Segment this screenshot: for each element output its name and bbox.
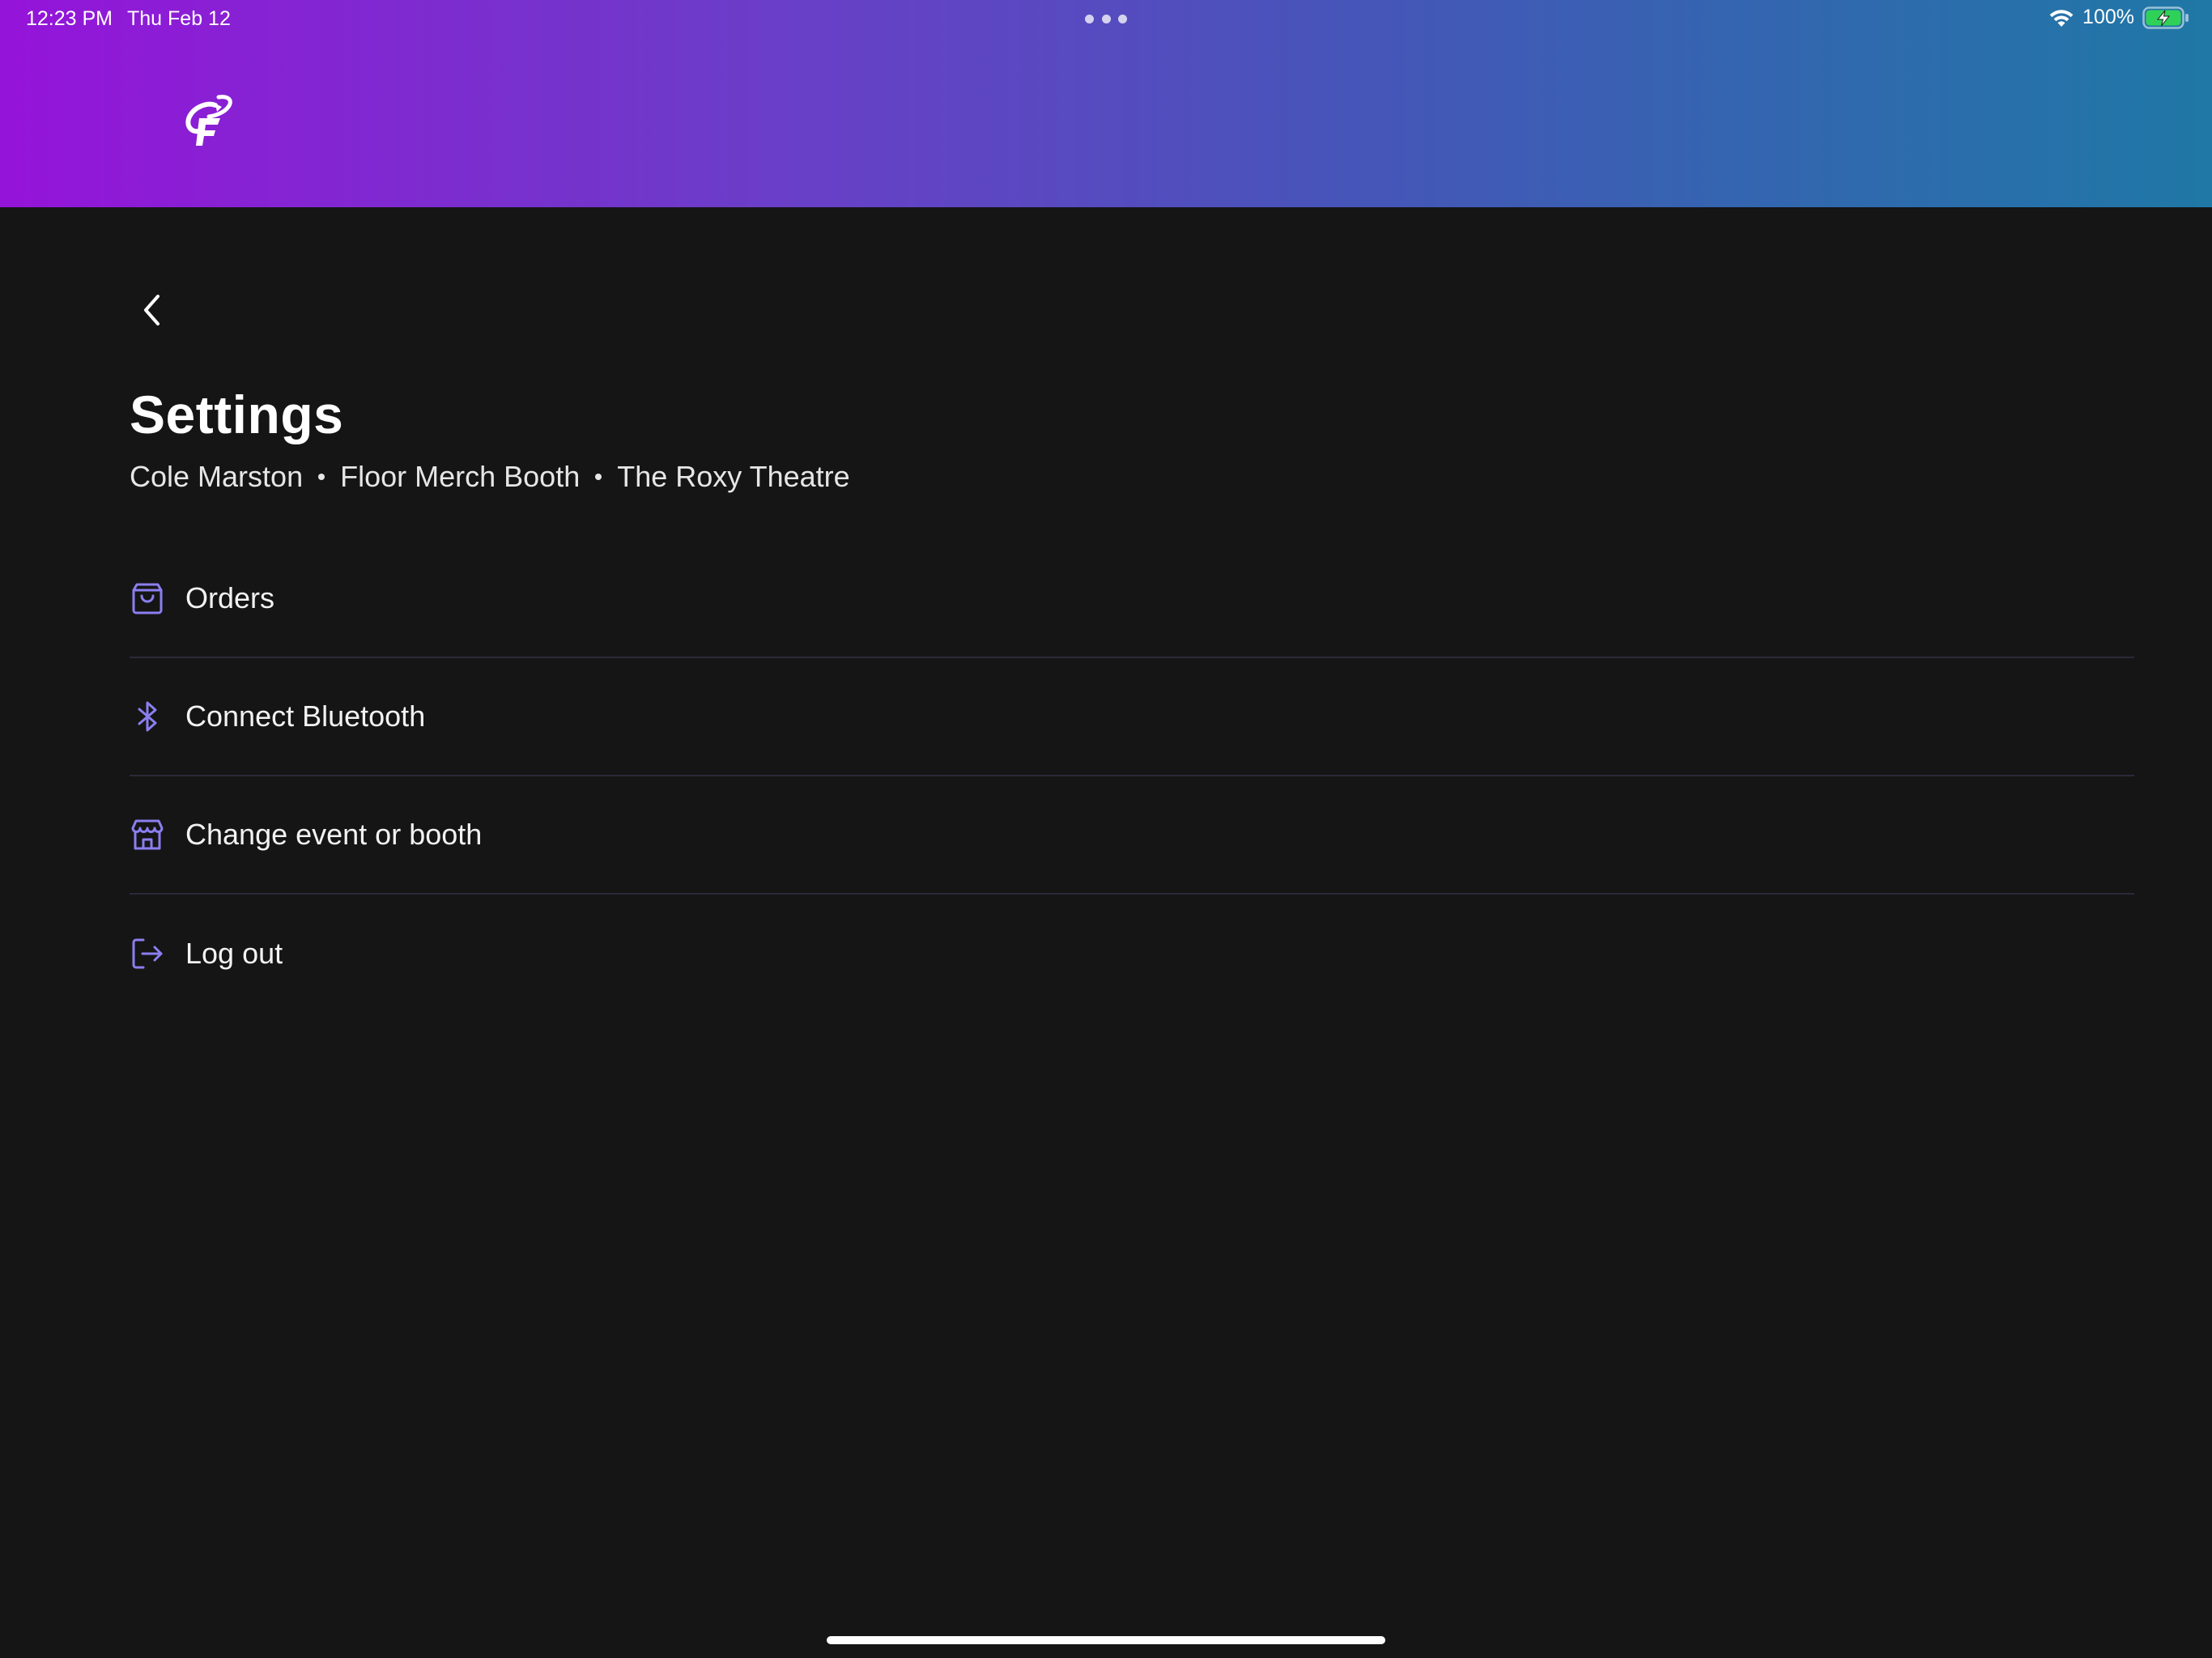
context-booth: Floor Merch Booth	[340, 460, 581, 493]
menu-item-label: Change event or booth	[185, 818, 483, 851]
status-date: Thu Feb 12	[127, 7, 231, 30]
status-right: 100%	[2048, 6, 2189, 29]
storefront-icon	[130, 817, 165, 852]
app-logo-icon	[185, 95, 232, 146]
context-venue: The Roxy Theatre	[617, 460, 850, 493]
separator-dot	[318, 474, 325, 480]
context-user: Cole Marston	[130, 460, 304, 493]
home-indicator[interactable]	[827, 1636, 1385, 1644]
menu-item-bluetooth[interactable]: Connect Bluetooth	[130, 658, 2134, 776]
page-title: Settings	[130, 385, 344, 444]
menu-item-logout[interactable]: Log out	[130, 895, 2134, 1013]
settings-menu: Orders Connect Bluetooth Change event or…	[130, 540, 2134, 1013]
menu-item-label: Orders	[185, 581, 275, 614]
bluetooth-icon	[130, 699, 165, 734]
status-bar: 12:23 PM Thu Feb 12 100%	[0, 0, 2212, 39]
status-time: 12:23 PM	[26, 7, 113, 30]
multitasking-dots-icon[interactable]	[1085, 13, 1127, 24]
shopping-bag-icon	[130, 580, 165, 616]
menu-item-label: Connect Bluetooth	[185, 699, 426, 733]
chevron-left-icon	[144, 295, 160, 325]
battery-percentage: 100%	[2082, 6, 2134, 28]
back-button[interactable]	[130, 287, 175, 333]
menu-item-label: Log out	[185, 937, 283, 970]
wifi-icon	[2049, 9, 2074, 27]
battery-charging-icon	[2142, 6, 2189, 29]
logout-icon	[130, 936, 165, 971]
session-context: Cole Marston Floor Merch Booth The Roxy …	[130, 460, 850, 494]
menu-item-change-event[interactable]: Change event or booth	[130, 776, 2134, 895]
menu-item-orders[interactable]: Orders	[130, 540, 2134, 658]
app-header: 12:23 PM Thu Feb 12 100%	[0, 0, 2212, 207]
separator-dot	[595, 474, 602, 480]
